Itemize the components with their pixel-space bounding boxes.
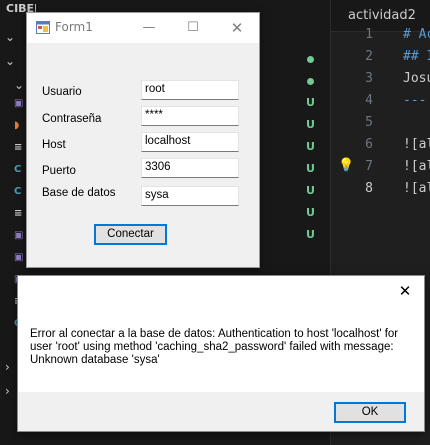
code-line[interactable]: ## I — [403, 49, 430, 64]
dialog-footer: OK — [18, 392, 424, 431]
csharp-file-icon[interactable]: C — [14, 186, 21, 197]
markdown-file-icon[interactable]: ≡ — [14, 142, 22, 153]
code-line[interactable]: # Ac — [403, 27, 430, 42]
form1-window: Form1 — ☐ ✕ Usuario root Contraseña ****… — [26, 12, 260, 268]
line-number: 8 — [365, 181, 373, 196]
modified-dot-icon — [307, 56, 314, 63]
editor-tab-label: actividad2 — [348, 8, 416, 23]
maximize-button[interactable]: ☐ — [171, 13, 215, 43]
puerto-label: Puerto — [42, 165, 76, 177]
conectar-button[interactable]: Conectar — [94, 224, 167, 245]
line-number: 6 — [365, 137, 373, 152]
line-number: 5 — [365, 115, 373, 130]
chevron-right-icon[interactable]: › — [5, 360, 10, 374]
app-form-icon — [36, 21, 50, 34]
git-untracked-mark: U — [306, 184, 315, 197]
line-number: 1 — [365, 27, 373, 42]
code-line[interactable]: --- — [403, 93, 426, 108]
image-file-icon[interactable]: ▣ — [14, 252, 23, 263]
usuario-input[interactable]: root — [141, 80, 239, 100]
lightbulb-icon[interactable]: 💡 — [338, 158, 354, 173]
dialog-close-icon[interactable]: ✕ — [394, 280, 416, 302]
line-number: 4 — [365, 93, 373, 108]
git-untracked-mark: U — [306, 206, 315, 219]
puerto-input[interactable]: 3306 — [141, 158, 239, 178]
code-line[interactable]: ![al — [403, 181, 430, 196]
code-line[interactable]: ![al — [403, 159, 430, 174]
rss-icon[interactable]: ◗ — [14, 120, 19, 131]
git-untracked-mark: U — [306, 162, 315, 175]
close-button[interactable]: ✕ — [215, 13, 259, 43]
usuario-label: Usuario — [42, 86, 82, 98]
code-line[interactable]: Josu — [403, 71, 430, 86]
contrasena-label: Contraseña — [42, 113, 102, 125]
minimize-button[interactable]: — — [127, 13, 171, 43]
chevron-down-icon[interactable]: ⌄ — [5, 30, 15, 44]
line-number: 3 — [365, 71, 373, 86]
modified-dot-icon — [307, 78, 314, 85]
file-icon[interactable]: ▣ — [14, 98, 23, 109]
error-message: Error al conectar a la base de datos: Au… — [30, 328, 399, 366]
error-dialog: ✕ Error al conectar a la base de datos: … — [17, 275, 425, 432]
host-label: Host — [42, 139, 66, 151]
contrasena-input[interactable]: **** — [141, 106, 239, 126]
git-untracked-mark: U — [306, 96, 315, 109]
code-line[interactable]: ![al — [403, 137, 430, 152]
git-untracked-mark: U — [306, 140, 315, 153]
line-number: 2 — [365, 49, 373, 64]
form1-titlebar[interactable]: Form1 — ☐ ✕ — [27, 13, 259, 43]
ok-button[interactable]: OK — [334, 402, 406, 423]
csharp-file-icon[interactable]: C — [14, 164, 21, 175]
git-untracked-mark: U — [306, 118, 315, 131]
chevron-down-icon[interactable]: ⌄ — [5, 54, 15, 68]
form1-title: Form1 — [55, 20, 93, 34]
base-de-datos-input[interactable]: sysa — [141, 186, 239, 206]
chevron-down-icon[interactable]: ⌄ — [14, 78, 24, 92]
host-input[interactable]: localhost — [141, 132, 239, 152]
base-de-datos-label: Base de datos — [42, 187, 116, 199]
git-untracked-mark: U — [306, 228, 315, 241]
text-file-icon[interactable]: ≡ — [14, 208, 22, 219]
image-file-icon[interactable]: ▣ — [14, 230, 23, 241]
chevron-right-icon[interactable]: › — [5, 384, 10, 398]
